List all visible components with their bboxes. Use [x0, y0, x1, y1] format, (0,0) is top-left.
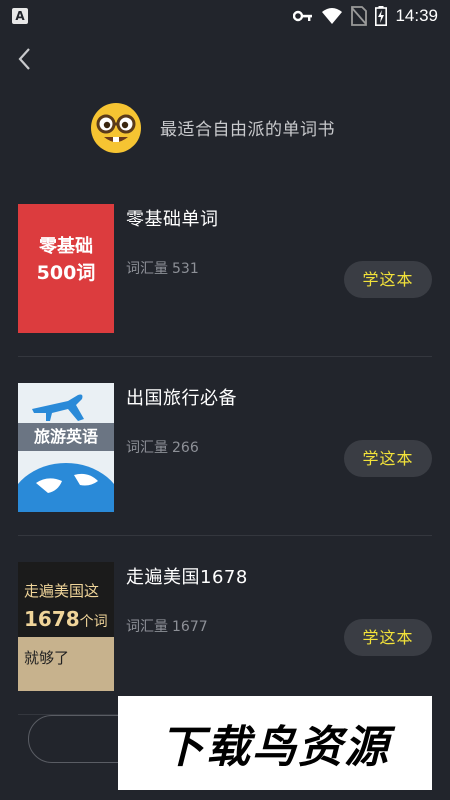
book-card[interactable]: 零基础 500词 零基础单词 词汇量 531 学这本 [18, 204, 432, 357]
vocab-count: 词汇量 531 [126, 258, 199, 278]
learn-this-button[interactable]: 学这本 [344, 619, 432, 656]
cover-line1: 走遍美国这 [24, 582, 100, 600]
nerd-face-emoji-icon [91, 102, 141, 153]
learn-this-button[interactable]: 学这本 [344, 261, 432, 298]
status-bar: A 14:39 [0, 0, 450, 32]
book-title: 走遍美国1678 [126, 567, 248, 588]
book-cover[interactable]: 零基础 500词 [18, 204, 114, 333]
vocab-count-value: 531 [172, 261, 199, 277]
key-icon [293, 10, 313, 22]
status-icons: 14:39 [293, 5, 438, 27]
cover-line1: 零基础 [39, 236, 93, 257]
learn-this-button[interactable]: 学这本 [344, 440, 432, 477]
cover-line2-number: 1678 [24, 607, 80, 631]
book-title: 零基础单词 [126, 209, 219, 230]
vocab-count: 词汇量 1677 [126, 616, 208, 636]
tagline: 最适合自由派的单词书 [160, 120, 335, 140]
watermark-text: 下载鸟资源 [160, 722, 390, 773]
watermark: 下载鸟资源 [118, 696, 432, 790]
back-button[interactable] [14, 46, 38, 72]
book-cover[interactable]: 走遍美国这 1678个词 就够了 [18, 562, 114, 691]
vocab-count-label: 词汇量 [126, 619, 168, 635]
cover-line2-unit: 个词 [79, 614, 108, 630]
wifi-icon [322, 8, 343, 24]
vocab-count-value: 1677 [172, 619, 208, 635]
chevron-left-icon [18, 48, 30, 70]
status-time: 14:39 [395, 6, 438, 25]
no-sim-icon [351, 6, 368, 26]
battery-charging-icon [375, 6, 388, 26]
book-card[interactable]: 走遍美国这 1678个词 就够了 走遍美国1678 词汇量 1677 学这本 [18, 562, 432, 715]
app-notification-icon: A [12, 8, 28, 24]
cover-line2: 500词 [36, 262, 96, 284]
divider [18, 535, 432, 536]
book-cover[interactable]: 旅游英语 [18, 383, 114, 512]
divider [18, 356, 432, 357]
vocab-count-value: 266 [172, 440, 199, 456]
cover-line1: 旅游英语 [18, 423, 114, 451]
vocab-count: 词汇量 266 [126, 437, 199, 457]
vocab-count-label: 词汇量 [126, 440, 168, 456]
cover-line2: 1678个词 [24, 607, 108, 631]
header-tagline-row: 最适合自由派的单词书 [90, 100, 335, 155]
cover-line3: 就够了 [24, 649, 70, 667]
book-card[interactable]: 旅游英语 出国旅行必备 词汇量 266 学这本 [18, 383, 432, 536]
book-title: 出国旅行必备 [126, 388, 237, 409]
vocab-count-label: 词汇量 [126, 261, 168, 277]
